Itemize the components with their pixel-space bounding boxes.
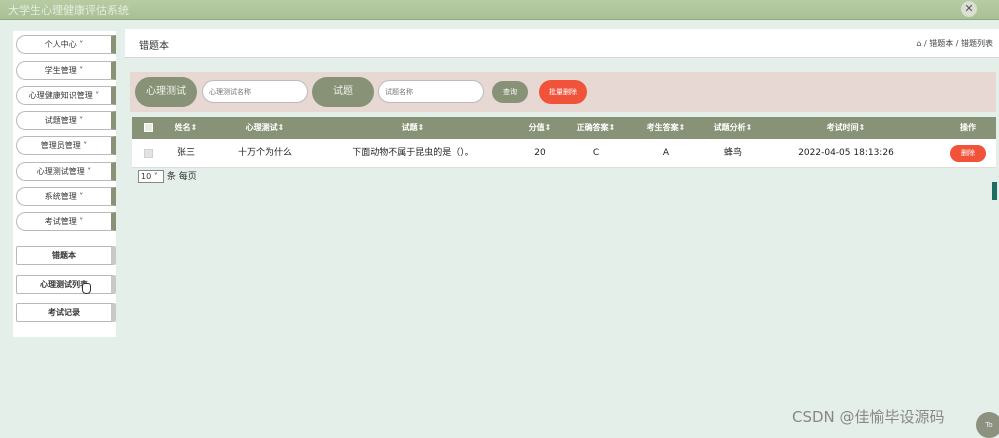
test-name-input[interactable]: [202, 80, 308, 103]
side-marker: [992, 182, 997, 200]
sidebar-item-test-management[interactable]: 心理测试管理 ˅: [16, 162, 116, 181]
cell-correct-answer: C: [592, 148, 600, 158]
title-bar: 大学生心理健康评估系统 ✕: [0, 0, 999, 20]
cell-student-answer: A: [662, 148, 670, 158]
cell-question: 下面动物不属于昆虫的是（）。: [352, 148, 474, 158]
sidebar-item-system-management[interactable]: 系统管理 ˅: [16, 187, 116, 206]
test-search-label: 心理测试: [135, 77, 197, 107]
sidebar-item-test-list[interactable]: 心理测试列表: [16, 275, 116, 294]
cell-analysis: 蜂鸟: [723, 148, 742, 158]
query-button[interactable]: 查询: [492, 81, 528, 103]
column-score[interactable]: 分值⇕: [512, 117, 568, 139]
main-content: 错题本 ⌂ / 错题本 / 错题列表 心理测试 试题 查询 批量删除 姓名⇕ 心…: [125, 29, 999, 438]
column-actions: 操作: [960, 123, 976, 132]
question-search-label: 试题: [312, 77, 374, 107]
cell-exam-time: 2022-04-05 18:13:26: [798, 148, 894, 158]
table-header: 姓名⇕ 心理测试⇕ 试题⇕ 分值⇕ 正确答案⇕ 考生答案⇕ 试题分析⇕ 考试时间…: [132, 117, 996, 139]
cell-test: 十万个为什么: [237, 148, 292, 158]
column-test[interactable]: 心理测试⇕: [212, 117, 318, 139]
sidebar-item-question-management[interactable]: 试题管理 ˅: [16, 111, 116, 130]
column-student-answer[interactable]: 考生答案⇕: [626, 117, 706, 139]
per-page-label: 条 每页: [166, 172, 197, 182]
back-to-top-button[interactable]: To: [976, 412, 999, 438]
column-question[interactable]: 试题⇕: [318, 117, 508, 139]
select-all-checkbox[interactable]: [144, 123, 153, 132]
question-name-input[interactable]: [378, 80, 484, 103]
sidebar-item-wrong-questions[interactable]: 错题本: [16, 246, 116, 265]
batch-delete-button[interactable]: 批量删除: [539, 80, 587, 104]
page-size-select[interactable]: 10 ˅: [138, 170, 164, 183]
sidebar-item-exam-management[interactable]: 考试管理 ˅: [16, 212, 116, 231]
wrong-question-table: 姓名⇕ 心理测试⇕ 试题⇕ 分值⇕ 正确答案⇕ 考生答案⇕ 试题分析⇕ 考试时间…: [132, 117, 996, 168]
sidebar-item-knowledge-management[interactable]: 心理健康知识管理 ˅: [16, 86, 116, 105]
sidebar: 个人中心 ˅ 学生管理 ˅ 心理健康知识管理 ˅ 试题管理 ˅ 管理员管理 ˅ …: [13, 31, 116, 337]
column-name[interactable]: 姓名⇕: [160, 117, 212, 139]
column-correct-answer[interactable]: 正确答案⇕: [568, 117, 624, 139]
row-checkbox[interactable]: [144, 149, 153, 158]
cell-score: 20: [534, 148, 546, 158]
sidebar-item-admin-management[interactable]: 管理员管理 ˅: [16, 136, 116, 155]
breadcrumb[interactable]: ⌂ / 错题本 / 错题列表: [916, 38, 993, 49]
cell-name: 张三: [176, 148, 195, 158]
close-icon[interactable]: ✕: [961, 1, 977, 17]
sidebar-item-exam-records[interactable]: 考试记录: [16, 303, 116, 322]
delete-button[interactable]: 删除: [950, 145, 986, 162]
app-title: 大学生心理健康评估系统: [8, 4, 129, 17]
column-analysis[interactable]: 试题分析⇕: [700, 117, 766, 139]
page-title: 错题本: [139, 41, 169, 52]
column-exam-time[interactable]: 考试时间⇕: [766, 117, 926, 139]
sidebar-item-student-management[interactable]: 学生管理 ˅: [16, 61, 116, 80]
watermark: CSDN @佳愉毕设源码: [792, 408, 945, 426]
sidebar-item-personal-center[interactable]: 个人中心 ˅: [16, 35, 116, 54]
search-bar: 心理测试 试题 查询 批量删除: [130, 72, 996, 112]
pagination: 10 ˅ 条 每页: [138, 169, 197, 183]
page-header: 错题本 ⌂ / 错题本 / 错题列表: [125, 29, 999, 58]
table-row: 张三 十万个为什么 下面动物不属于昆虫的是（）。 20 C A 蜂鸟 2022-…: [132, 139, 996, 168]
